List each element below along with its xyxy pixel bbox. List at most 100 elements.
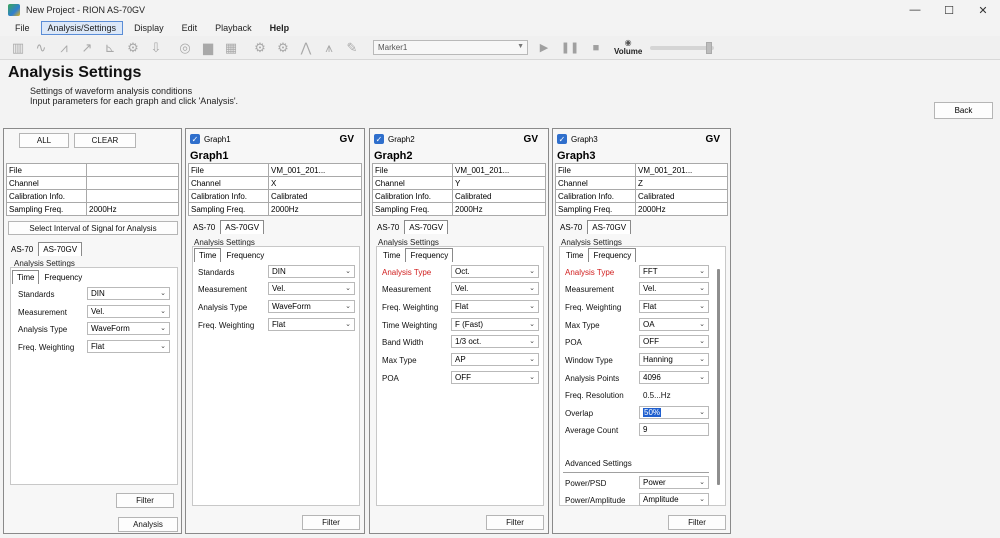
analysis-type-select[interactable]: Oct. ⌄ [451,265,539,278]
tab-as-70gv[interactable]: AS-70GV [38,242,83,256]
filter-button[interactable]: Filter [486,515,544,530]
analysis-type-select[interactable]: WaveForm ⌄ [87,322,170,335]
menu-analysis-settings[interactable]: Analysis/Settings [40,21,124,35]
overlap-select[interactable]: 50% ⌄ [639,406,709,419]
chevron-down-icon: ⌄ [699,479,705,486]
standards-select[interactable]: DIN ⌄ [268,265,355,278]
max-type-select[interactable]: OA ⌄ [639,318,709,331]
gear-down-icon[interactable]: ⚙ [273,39,293,57]
analysis-type-select[interactable]: WaveForm ⌄ [268,300,355,313]
marker-peaks-icon[interactable]: ⩚ [319,39,339,57]
gear-up-icon[interactable]: ⚙ [250,39,270,57]
tab-as-70gv[interactable]: AS-70GV [404,220,449,234]
tab-as-70[interactable]: AS-70 [6,242,38,256]
menu-display[interactable]: Display [127,21,171,35]
play-icon[interactable]: ▶ [534,39,554,57]
freq-weighting-select[interactable]: Flat ⌄ [268,318,355,331]
tab-as-70[interactable]: AS-70 [555,220,587,234]
freq-weighting-select[interactable]: Flat ⌄ [87,340,170,353]
tab-time[interactable]: Time [12,270,40,284]
select-interval-button[interactable]: Select Interval of Signal for Analysis [8,221,178,235]
menu-help[interactable]: Help [263,21,297,35]
info-label: Channel [188,176,269,190]
globe-icon[interactable]: ◎ [175,39,195,57]
band-width-select[interactable]: 1/3 oct. ⌄ [451,335,539,348]
tab-frequency[interactable]: Frequency [39,270,87,284]
close-button[interactable]: ✕ [966,0,1000,20]
tab-as-70[interactable]: AS-70 [188,220,220,234]
marker-select[interactable]: Marker1 ▼ [373,40,528,55]
axis-graph-icon[interactable]: ⊾ [100,39,120,57]
measurement-select[interactable]: Vel. ⌄ [87,305,170,318]
window-type-select[interactable]: Hanning ⌄ [639,353,709,366]
clear-button[interactable]: CLEAR [74,133,136,148]
freq-weighting-select-value: Flat [455,302,469,311]
freq-weighting-select[interactable]: Flat ⌄ [451,300,539,313]
graph2-checkbox[interactable]: ✓ [374,134,384,144]
tab-as-70gv[interactable]: AS-70GV [587,220,632,234]
trend-graph-icon[interactable]: ↗ [77,39,97,57]
chevron-down-icon: ⌄ [345,303,351,310]
maximize-button[interactable]: ☐ [932,0,966,20]
info-label: Channel [555,176,636,190]
measurement-select[interactable]: Vel. ⌄ [268,282,355,295]
overlap-label: Overlap [565,409,594,418]
window-controls: — ☐ ✕ [898,0,1000,20]
tab-frequency[interactable]: Frequency [221,248,269,262]
power-amplitude-select-value: Amplitude [643,495,679,504]
settings-scrollbar[interactable] [717,269,720,485]
tab-time[interactable]: Time [561,248,588,262]
tab-as-70[interactable]: AS-70 [372,220,404,234]
volume-slider-knob[interactable] [706,41,713,54]
filter-button[interactable]: Filter [116,493,174,508]
pause-icon[interactable]: ❚❚ [560,39,580,57]
analysis-points-select[interactable]: 4096 ⌄ [639,371,709,384]
filter-button[interactable]: Filter [668,515,726,530]
filter-button[interactable]: Filter [302,515,360,530]
poa-select[interactable]: OFF ⌄ [639,335,709,348]
sine-wave-icon[interactable]: ∿ [31,39,51,57]
measurement-select[interactable]: Vel. ⌄ [639,282,709,295]
download-icon[interactable]: ⇩ [146,39,166,57]
analysis-type-select-value: Oct. [455,267,470,276]
tab-frequency[interactable]: Frequency [588,248,637,262]
table-row: Calibration Info. Calibrated [372,189,546,203]
standards-select[interactable]: DIN ⌄ [87,287,170,300]
graph1-checkbox[interactable]: ✓ [190,134,200,144]
tab-time[interactable]: Time [194,248,222,262]
table-row: Sampling Freq. 2000Hz [372,202,546,216]
pen-icon[interactable]: ✎ [342,39,362,57]
menu-edit[interactable]: Edit [175,21,205,35]
minimize-button[interactable]: — [898,0,932,20]
measurement-select[interactable]: Vel. ⌄ [451,282,539,295]
freq-weighting-select[interactable]: Flat ⌄ [639,300,709,313]
tab-time[interactable]: Time [378,248,405,262]
menu-playback[interactable]: Playback [208,21,259,35]
analysis-type-select[interactable]: FFT ⌄ [639,265,709,278]
all-button[interactable]: ALL [19,133,69,148]
line-graph-icon[interactable]: ⩘ [54,39,74,57]
tab-frequency[interactable]: Frequency [405,248,454,262]
time-weighting-select[interactable]: F (Fast) ⌄ [451,318,539,331]
settings-graph-icon[interactable]: ⚙ [123,39,143,57]
graph3-checkbox[interactable]: ✓ [557,134,567,144]
freq-weighting-label: Freq. Weighting [18,343,75,352]
back-button[interactable]: Back [934,102,993,119]
menu-file[interactable]: File [8,21,37,35]
analysis-button[interactable]: Analysis [118,517,178,532]
volume-slider[interactable] [650,41,715,54]
average-count-input[interactable]: 9 [639,423,709,436]
power-psd-select[interactable]: Power ⌄ [639,476,709,489]
info-value: 2000Hz [635,202,728,216]
waveform-bar-icon[interactable]: ▥ [8,39,28,57]
poa-select[interactable]: OFF ⌄ [451,371,539,384]
standards-select-value: DIN [272,267,286,276]
spectrogram-icon[interactable]: ▦ [221,39,241,57]
tab-as-70gv[interactable]: AS-70GV [220,220,265,234]
spectrum-icon[interactable]: ▆ [198,39,218,57]
stop-icon[interactable]: ■ [586,39,606,57]
power-amplitude-select[interactable]: Amplitude ⌄ [639,493,709,506]
peak-icon[interactable]: ⋀ [296,39,316,57]
max-type-select[interactable]: AP ⌄ [451,353,539,366]
graph1-gv-label: GV [339,134,354,145]
